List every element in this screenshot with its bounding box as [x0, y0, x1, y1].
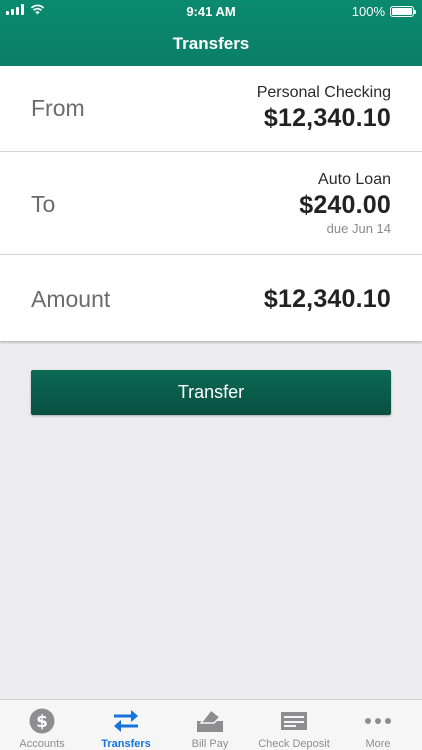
nav-header: 9:41 AM 100% Transfers	[0, 0, 422, 66]
bill-envelope-icon	[196, 706, 224, 736]
check-icon	[280, 706, 308, 736]
tab-more-label: More	[365, 738, 391, 750]
from-label: From	[31, 95, 85, 121]
from-account-balance: $12,340.10	[263, 104, 391, 132]
tab-more[interactable]: More	[336, 700, 420, 750]
to-account-name: Auto Loan	[318, 171, 391, 188]
tab-accounts[interactable]: $ Accounts	[0, 700, 84, 750]
transfer-form-card: From Personal Checking $12,340.10 To Aut…	[0, 66, 422, 341]
to-account-amount: $240.00	[299, 191, 391, 219]
from-account-name: Personal Checking	[256, 84, 391, 101]
amount-value-wrap: $12,340.10	[264, 283, 391, 314]
tab-transfers-label: Transfers	[101, 738, 151, 750]
tab-bill-pay-label: Bill Pay	[191, 738, 229, 750]
transfer-arrows-icon	[112, 706, 140, 736]
page-title: Transfers	[172, 34, 250, 53]
tab-check-deposit[interactable]: Check Deposit	[252, 700, 336, 750]
tab-bar: $ Accounts Transfers Bill Pay Check Depo…	[0, 699, 422, 750]
battery-icon	[390, 6, 416, 17]
tab-check-deposit-label: Check Deposit	[258, 738, 330, 750]
status-bar: 9:41 AM 100%	[0, 0, 422, 22]
from-account-info: Personal Checking $12,340.10	[257, 84, 391, 133]
tab-bill-pay[interactable]: Bill Pay	[168, 700, 252, 750]
to-row[interactable]: To Auto Loan $240.00 due Jun 14	[0, 152, 422, 255]
amount-value[interactable]: $12,340.10	[264, 285, 391, 314]
battery-percent: 100%	[351, 4, 385, 19]
tab-accounts-label: Accounts	[19, 738, 65, 750]
to-account-info: Auto Loan $240.00 due Jun 14	[299, 171, 391, 236]
amount-label: Amount	[31, 286, 111, 312]
tab-transfers[interactable]: Transfers	[84, 700, 168, 750]
svg-text:$: $	[36, 712, 48, 732]
from-row[interactable]: From Personal Checking $12,340.10	[0, 66, 422, 152]
transfer-button[interactable]: Transfer	[31, 370, 391, 415]
amount-row[interactable]: Amount $12,340.10	[0, 255, 422, 341]
to-label: To	[31, 191, 56, 217]
status-right: 100%	[351, 4, 416, 19]
battery-fill	[392, 8, 412, 15]
dollar-circle-icon: $	[29, 706, 55, 736]
more-dots-icon	[364, 706, 392, 736]
to-due-date: due Jun 14	[326, 221, 391, 236]
